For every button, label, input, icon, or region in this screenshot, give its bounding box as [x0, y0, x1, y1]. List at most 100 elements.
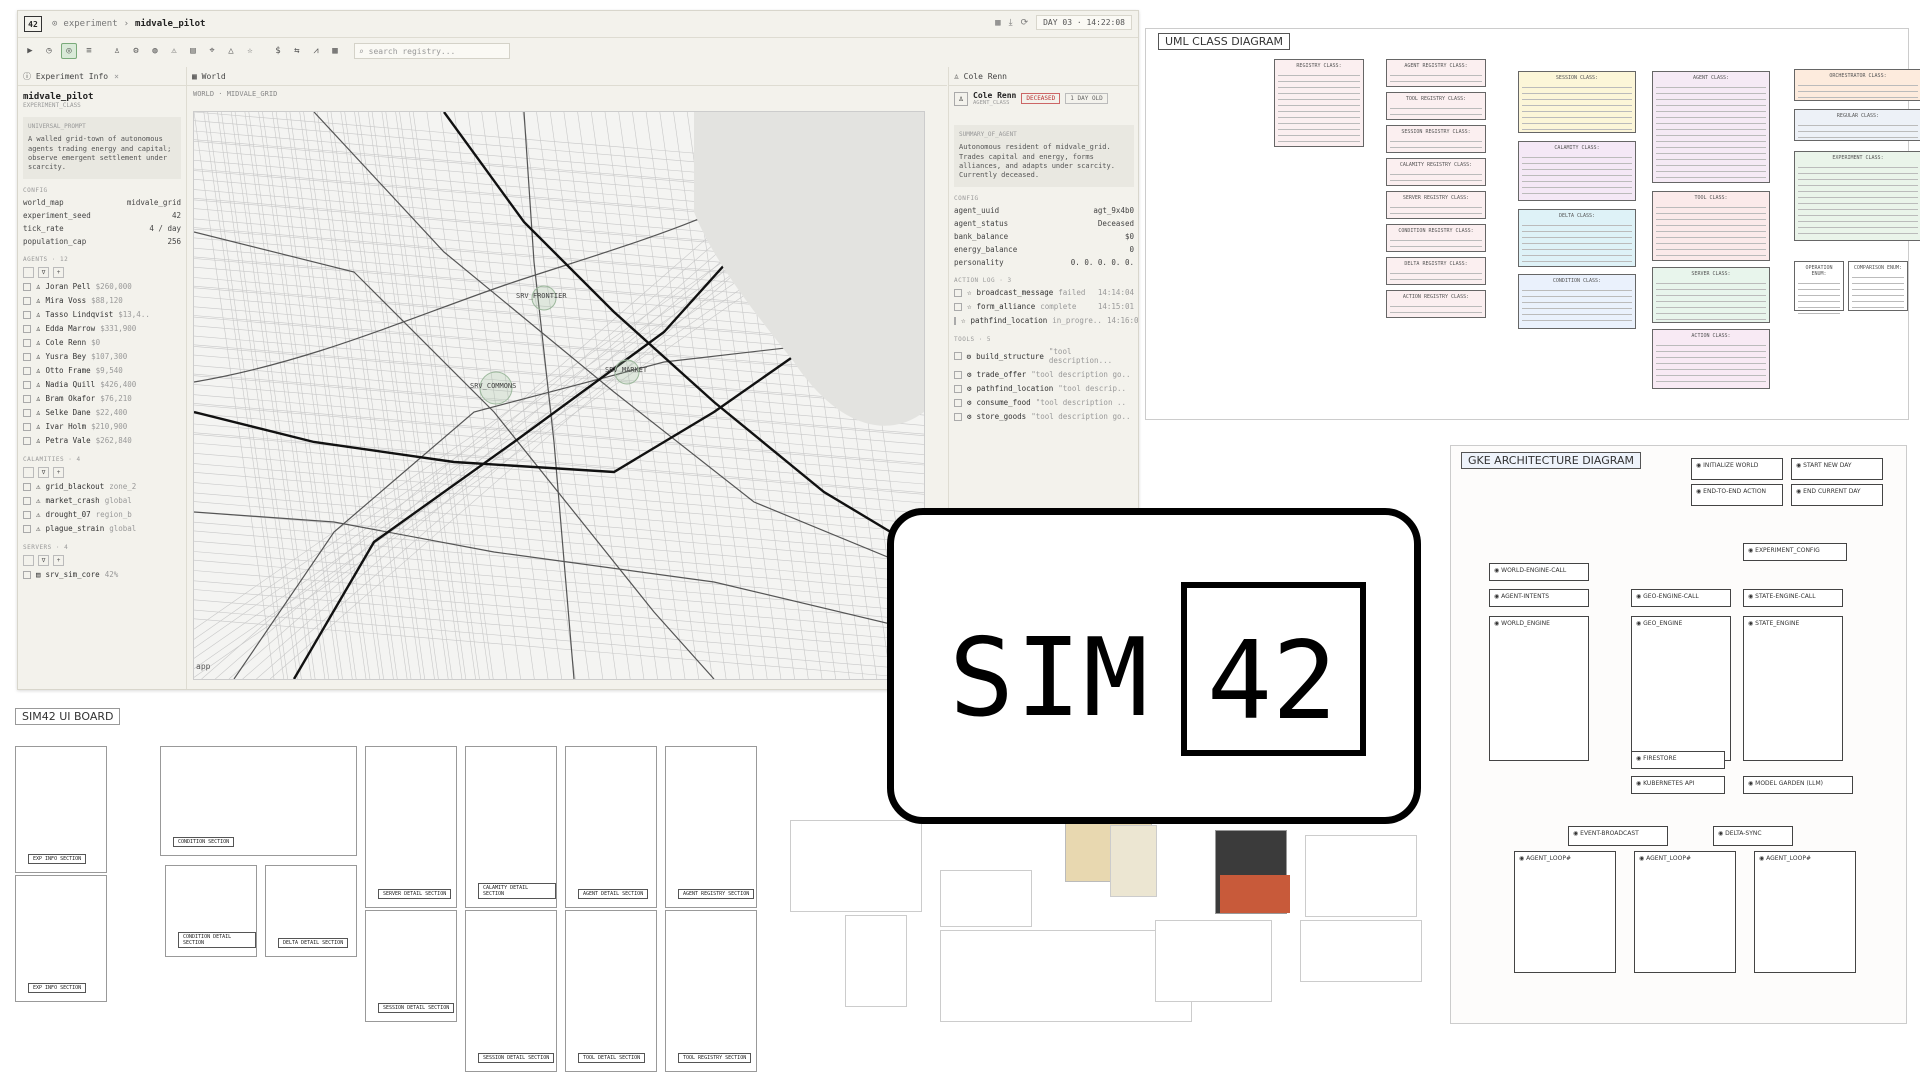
star-icon[interactable]: ☆: [243, 44, 257, 58]
list-item[interactable]: ♙ Selke Dane $22,400: [18, 406, 186, 420]
warning-icon[interactable]: ⚠: [167, 44, 181, 58]
action-row[interactable]: ☆ form_alliance complete 14:15:01: [949, 300, 1138, 314]
row-checkbox[interactable]: [23, 422, 31, 431]
download-icon[interactable]: ⤓: [1009, 18, 1013, 28]
row-checkbox[interactable]: [23, 338, 31, 347]
list-item[interactable]: ♙ Tasso Lindqvist $13,4..: [18, 308, 186, 322]
list-item[interactable]: ♙ Nadia Quill $426,400: [18, 378, 186, 392]
search-input[interactable]: ⌕ search registry...: [354, 43, 510, 59]
filter-icon[interactable]: ∇: [38, 466, 49, 478]
close-icon[interactable]: ×: [114, 72, 119, 81]
list-item[interactable]: ♙ Yusra Bey $107,300: [18, 350, 186, 364]
checkbox-all[interactable]: [23, 266, 34, 278]
street-road: [354, 112, 435, 679]
action-row[interactable]: ☆ pathfind_location in_progre.. 14:16:09: [949, 314, 1138, 328]
row-checkbox[interactable]: [23, 352, 31, 361]
row-checkbox[interactable]: [954, 352, 962, 361]
row-checkbox[interactable]: [23, 496, 31, 505]
list-item[interactable]: ♙ Mira Voss $88,120: [18, 294, 186, 308]
tab-world[interactable]: ▦ World: [187, 67, 947, 86]
row-checkbox[interactable]: [23, 282, 31, 291]
tool-row[interactable]: ⚙ trade_offer "tool description go..: [949, 368, 1138, 382]
item-value: $107,300: [91, 352, 128, 362]
add-icon[interactable]: +: [53, 466, 64, 478]
row-checkbox[interactable]: [954, 398, 962, 407]
filter-icon[interactable]: ∇: [38, 554, 49, 566]
servers-controls: ∇ +: [18, 553, 186, 568]
list-item[interactable]: ♙ Petra Vale $262,840: [18, 434, 186, 448]
list-item[interactable]: ⚠ plague_strain global: [18, 522, 186, 536]
node-label: AGENT-INTENTS: [1501, 593, 1550, 600]
row-checkbox[interactable]: [23, 524, 31, 533]
filter-icon[interactable]: ∇: [38, 266, 49, 278]
list-item[interactable]: ♙ Joran Pell $260,000: [18, 280, 186, 294]
tool-description: "tool description...: [1048, 347, 1113, 366]
list-icon[interactable]: ≡: [82, 44, 96, 58]
world-map[interactable]: SRV_FRONTIER SRV_COMMONS SRV_MARKET app: [193, 111, 925, 680]
list-item[interactable]: ♙ Bram Okafor $76,210: [18, 392, 186, 406]
person-icon[interactable]: ♙: [110, 44, 124, 58]
top-right-controls: ▦ ⤓ ⟳ DAY 03 · 14:22:08: [995, 15, 1132, 30]
list-item[interactable]: ▤ srv_sim_core 42%: [18, 568, 186, 582]
triangle-icon[interactable]: △: [224, 44, 238, 58]
server-icon[interactable]: ▦: [995, 18, 1000, 28]
list-item[interactable]: ♙ Cole Renn $0: [18, 336, 186, 350]
breadcrumb-root[interactable]: experiment: [63, 19, 117, 29]
row-checkbox[interactable]: [23, 510, 31, 519]
list-item[interactable]: ♙ Ivar Holm $210,900: [18, 420, 186, 434]
row-checkbox[interactable]: [23, 408, 31, 417]
tab-agent[interactable]: ♙ Cole Renn: [949, 67, 1138, 86]
row-checkbox[interactable]: [23, 296, 31, 305]
calamities-section-label: CALAMITIES · 4: [23, 455, 81, 463]
row-checkbox[interactable]: [23, 570, 31, 579]
play-icon[interactable]: ▶: [23, 44, 37, 58]
clock-icon[interactable]: ◷: [42, 44, 56, 58]
list-item[interactable]: ♙ Edda Marrow $331,900: [18, 322, 186, 336]
tab-experiment-info[interactable]: ⓘ Experiment Info ×: [18, 67, 186, 86]
sync-icon[interactable]: ⟳: [1021, 18, 1029, 28]
row-checkbox[interactable]: [23, 366, 31, 375]
grid-icon[interactable]: ▦: [328, 44, 342, 58]
checkbox-all[interactable]: [23, 466, 34, 478]
row-checkbox[interactable]: [23, 394, 31, 403]
row-checkbox[interactable]: [23, 310, 31, 319]
row-checkbox[interactable]: [954, 412, 962, 421]
database-icon[interactable]: ▤: [186, 44, 200, 58]
row-checkbox[interactable]: [954, 316, 956, 325]
agents-controls: ∇ +: [18, 265, 186, 280]
row-checkbox[interactable]: [954, 384, 962, 393]
row-checkbox[interactable]: [954, 302, 962, 311]
list-item[interactable]: ♙ Otto Frame $9,540: [18, 364, 186, 378]
exchange-icon[interactable]: ⇆: [290, 44, 304, 58]
row-checkbox[interactable]: [23, 380, 31, 389]
list-item[interactable]: ⚠ grid_blackout zone_2: [18, 480, 186, 494]
checkbox-all[interactable]: [23, 554, 34, 566]
row-checkbox[interactable]: [954, 288, 962, 297]
day-clock: DAY 03 · 14:22:08: [1036, 15, 1132, 30]
dollar-icon[interactable]: $: [271, 44, 285, 58]
flowchart-thumbnail: [845, 915, 907, 1007]
globe-icon[interactable]: ◍: [148, 44, 162, 58]
tool-row[interactable]: ⚙ build_structure "tool description...: [949, 345, 1138, 368]
tool-row[interactable]: ⚙ store_goods "tool description go..: [949, 410, 1138, 424]
list-item[interactable]: ⚠ market_crash global: [18, 494, 186, 508]
tool-row[interactable]: ⚙ consume_food "tool description ..: [949, 396, 1138, 410]
uml-field-line: [1278, 126, 1360, 130]
row-checkbox[interactable]: [23, 436, 31, 445]
street-road: [604, 112, 686, 679]
gear-icon[interactable]: ⚙: [129, 44, 143, 58]
app-logo-badge[interactable]: 42: [24, 16, 42, 32]
add-icon[interactable]: +: [53, 266, 64, 278]
add-icon[interactable]: +: [53, 554, 64, 566]
list-item[interactable]: ⚠ drought_07 region_b: [18, 508, 186, 522]
location-icon[interactable]: ⌖: [205, 44, 219, 58]
target-icon[interactable]: ◎: [61, 43, 77, 59]
row-checkbox[interactable]: [23, 482, 31, 491]
row-checkbox[interactable]: [954, 370, 962, 379]
config-row: world_map midvale_grid: [18, 196, 186, 209]
node-label: END CURRENT DAY: [1803, 488, 1861, 495]
chart-icon[interactable]: ⩘: [309, 44, 323, 58]
row-checkbox[interactable]: [23, 324, 31, 333]
action-row[interactable]: ☆ broadcast_message failed 14:14:04: [949, 286, 1138, 300]
tool-row[interactable]: ⚙ pathfind_location "tool descrip..: [949, 382, 1138, 396]
